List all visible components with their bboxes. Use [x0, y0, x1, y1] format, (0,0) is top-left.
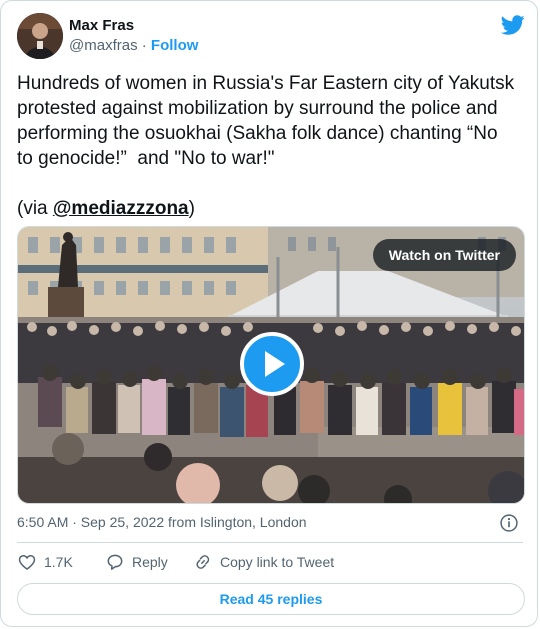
copy-link-action[interactable]: Copy link to Tweet: [193, 552, 334, 572]
watch-on-twitter-button[interactable]: Watch on Twitter: [372, 239, 516, 271]
author-name[interactable]: Max Fras: [69, 17, 134, 34]
divider: [17, 542, 523, 543]
mention-link[interactable]: @mediazzzona: [53, 198, 189, 219]
play-icon: [265, 351, 285, 377]
author-handle-line: @maxfras · Follow: [69, 37, 198, 54]
read-replies-button[interactable]: Read 45 replies: [17, 583, 525, 615]
tweet-text: Hundreds of women in Russia's Far Easter…: [17, 71, 517, 221]
tweet-header: Max Fras @maxfras · Follow: [17, 13, 525, 61]
video-thumbnail[interactable]: Watch on Twitter: [17, 226, 525, 504]
handle-separator: ·: [137, 37, 151, 54]
like-action[interactable]: 1.7K: [17, 552, 73, 572]
twitter-bird-icon[interactable]: [501, 13, 525, 37]
follow-link[interactable]: Follow: [151, 37, 199, 54]
info-icon[interactable]: [499, 513, 519, 533]
reply-bubble-icon: [107, 554, 123, 570]
play-button[interactable]: [240, 332, 304, 396]
heart-icon: [18, 554, 36, 571]
avatar[interactable]: [17, 13, 63, 59]
tweet-timestamp[interactable]: 6:50 AM · Sep 25, 2022 from Islington, L…: [17, 514, 307, 530]
reply-label: Reply: [132, 554, 168, 570]
tweet-body-end: ): [188, 198, 195, 219]
like-count: 1.7K: [44, 554, 73, 570]
reply-action[interactable]: Reply: [105, 552, 168, 572]
tweet-card: Max Fras @maxfras · Follow Hundreds of w…: [0, 0, 538, 627]
copy-link-label: Copy link to Tweet: [220, 554, 335, 570]
author-handle[interactable]: @maxfras: [69, 37, 138, 54]
avatar-photo: [17, 13, 63, 59]
link-icon: [196, 555, 210, 569]
